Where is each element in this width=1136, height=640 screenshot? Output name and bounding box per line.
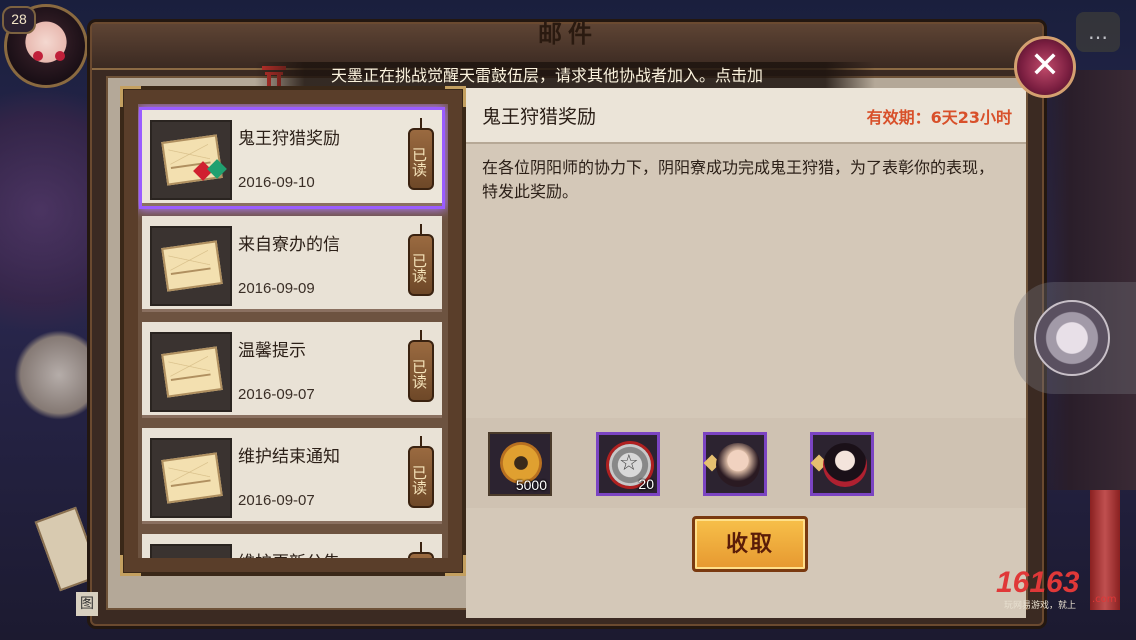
mail-item[interactable]: 温馨提示 2016-09-07 已读 <box>142 322 442 418</box>
mail-detail-header: 鬼王狩猎奖励 有效期：6天23小时 <box>466 88 1026 144</box>
watermark-domain: .com <box>1092 594 1117 605</box>
frame-corner <box>120 555 141 576</box>
mail-item-selected[interactable]: 鬼王狩猎奖励 2016-09-10 已读 <box>142 110 442 206</box>
mail-title: 维护更新公告 <box>238 548 340 558</box>
read-status-tag: 已读 <box>408 542 434 558</box>
read-status-tag: 已读 <box>408 118 434 190</box>
mail-date: 2016-09-10 <box>238 174 315 191</box>
mail-list[interactable]: 鬼王狩猎奖励 2016-09-10 已读 来自寮办的信 2016-09-09 已… <box>138 104 448 558</box>
map-icon[interactable]: 图 <box>76 592 98 616</box>
mail-thumbnail <box>150 544 232 558</box>
mail-title: 温馨提示 <box>238 341 306 361</box>
envelope-icon <box>161 240 223 292</box>
mail-date: 2016-09-07 <box>238 492 315 509</box>
chat-icon[interactable]: … <box>1076 12 1120 52</box>
reward-silver-amulet[interactable]: ☆ 20 <box>596 432 660 496</box>
reward-shikigami-2[interactable] <box>810 432 874 496</box>
window-title: 邮件 <box>538 19 598 48</box>
envelope-icon <box>161 452 223 504</box>
mail-thumbnail <box>150 332 232 412</box>
mail-item[interactable]: 来自寮办的信 2016-09-09 已读 <box>142 216 442 312</box>
mail-detail-title: 鬼王狩猎奖励 <box>482 106 597 128</box>
read-status-tag: 已读 <box>408 436 434 508</box>
claim-button[interactable]: 收取 <box>692 516 808 572</box>
envelope-icon <box>161 134 223 186</box>
frame-corner <box>445 555 466 576</box>
reward-count: 20 <box>638 476 654 492</box>
star-icon: ☆ <box>619 451 639 476</box>
mail-thumbnail <box>150 120 232 200</box>
mail-date: 2016-09-09 <box>238 280 315 297</box>
mail-title: 维护结束通知 <box>238 447 340 467</box>
mail-thumbnail <box>150 438 232 518</box>
shikigami-portrait-icon <box>716 443 760 487</box>
read-status-tag: 已读 <box>408 224 434 296</box>
close-icon[interactable]: ✕ <box>1014 36 1076 98</box>
reward-shikigami-1[interactable] <box>703 432 767 496</box>
hanging-scroll-decoration <box>1090 490 1120 610</box>
read-status-tag: 已读 <box>408 330 434 402</box>
mail-item[interactable]: 维护结束通知 2016-09-07 已读 <box>142 428 442 524</box>
reward-gold-coin[interactable]: 5000 <box>488 432 552 496</box>
shikigami-side-icon[interactable] <box>1034 300 1110 376</box>
mail-list-panel: 鬼王狩猎奖励 2016-09-10 已读 来自寮办的信 2016-09-09 已… <box>120 86 466 576</box>
mail-date: 2016-09-07 <box>238 386 315 403</box>
frame-corner <box>445 86 466 107</box>
mail-body-text: 在各位阴阳师的协力下，阴阳寮成功完成鬼王狩猎，为了表彰你的表现，特发此奖励。 <box>482 158 995 201</box>
shikigami-portrait-icon <box>823 443 867 487</box>
avatar-eye-right <box>55 51 65 61</box>
mail-title: 鬼王狩猎奖励 <box>238 129 340 149</box>
avatar-eye-left <box>33 51 43 61</box>
envelope-icon <box>161 346 223 398</box>
mail-title: 来自寮办的信 <box>238 235 340 255</box>
mail-item[interactable]: 维护更新公告 已读 <box>142 534 442 558</box>
watermark-logo: 16163 <box>996 566 1080 599</box>
expiry-timer: 有效期：6天23小时 <box>866 108 1012 127</box>
watermark-slogan: 玩网易游戏，就上 <box>1004 601 1077 611</box>
mail-thumbnail <box>150 226 232 306</box>
reward-count: 5000 <box>515 477 547 493</box>
